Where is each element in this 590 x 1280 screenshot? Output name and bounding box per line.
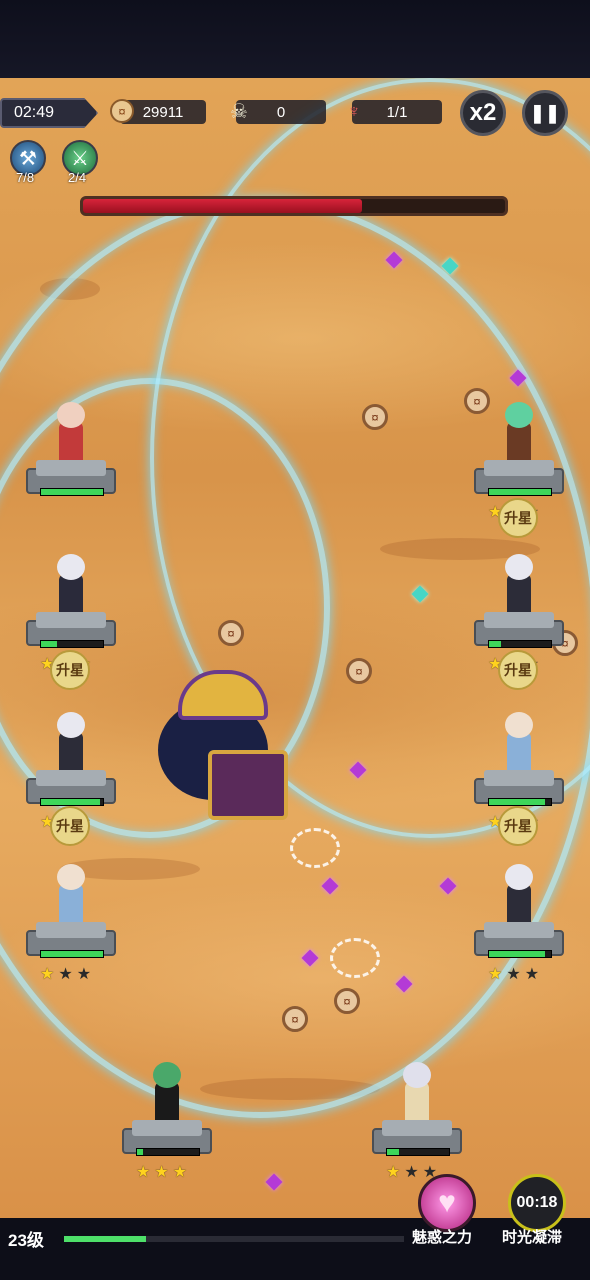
whirlwind-effect xyxy=(290,828,340,868)
hero-hp-bar xyxy=(40,950,104,958)
boss-hat xyxy=(178,670,268,720)
hero-slot[interactable]: ★★★ xyxy=(122,1062,212,1181)
hero-slot[interactable]: ★★★ xyxy=(474,554,564,673)
star-rating: ★★★ xyxy=(488,966,540,983)
hero-hp-bar xyxy=(40,798,104,806)
hero-slot[interactable]: ★★★ xyxy=(26,712,116,831)
pause-button[interactable]: ❚❚ xyxy=(522,90,568,136)
boss-health-fill xyxy=(83,199,362,213)
skill-count: 2/4 xyxy=(68,170,87,185)
hero-hp-bar xyxy=(488,488,552,496)
charm-ability-label: 魅惑之力 xyxy=(412,1229,473,1246)
hero-hp-bar xyxy=(40,640,104,648)
top-status-area xyxy=(0,0,590,78)
demon-icon: ♆ xyxy=(347,100,361,121)
upgrade-star-button[interactable]: 升星 xyxy=(498,806,538,846)
coin-drop[interactable]: ¤ xyxy=(218,620,244,646)
hero-slot[interactable]: ★★★ xyxy=(474,402,564,521)
skull-icon: ☠ xyxy=(230,100,248,123)
hero-slot[interactable]: ★★★ xyxy=(474,864,564,983)
hero-hp-bar xyxy=(488,798,552,806)
time-freeze-button[interactable]: 00:18 xyxy=(508,1174,566,1232)
hero-hp-bar xyxy=(488,640,552,648)
upgrade-star-button[interactable]: 升星 xyxy=(50,806,90,846)
freeze-ability-label: 时光凝滞 xyxy=(502,1229,563,1246)
hero-slot[interactable]: ★★★ xyxy=(26,864,116,983)
hero-slot[interactable] xyxy=(26,402,116,498)
xp-fill xyxy=(64,1236,146,1242)
skill-count: 7/8 xyxy=(16,170,35,185)
coin-drop[interactable]: ¤ xyxy=(282,1006,308,1032)
coin-drop[interactable]: ¤ xyxy=(362,404,388,430)
star-rating: ★★★ xyxy=(136,1164,188,1181)
hero-hp-bar xyxy=(488,950,552,958)
gem xyxy=(265,1173,283,1191)
xp-bar xyxy=(64,1236,404,1242)
coin-icon: ¤ xyxy=(110,99,134,123)
hero-slot[interactable]: ★★★ xyxy=(372,1062,462,1181)
upgrade-star-button[interactable]: 升星 xyxy=(50,650,90,690)
speed-button[interactable]: x2 xyxy=(460,90,506,136)
coin-drop[interactable]: ¤ xyxy=(464,388,490,414)
hero-slot[interactable]: ★★★ xyxy=(26,554,116,673)
coin-drop[interactable]: ¤ xyxy=(346,658,372,684)
coin-drop[interactable]: ¤ xyxy=(334,988,360,1014)
boss-chest xyxy=(208,750,288,820)
hero-slot[interactable]: ★★★ xyxy=(474,712,564,831)
player-level: 23级 xyxy=(8,1231,44,1250)
upgrade-star-button[interactable]: 升星 xyxy=(498,498,538,538)
star-rating: ★★★ xyxy=(40,966,92,983)
whirlwind-effect xyxy=(330,938,380,978)
heart-icon[interactable]: ♥ xyxy=(418,1174,476,1232)
boss-monster[interactable] xyxy=(158,670,298,830)
upgrade-star-button[interactable]: 升星 xyxy=(498,650,538,690)
hero-hp-bar xyxy=(386,1148,450,1156)
boss-health-bar xyxy=(80,196,508,216)
game-timer: 02:49 xyxy=(0,98,98,128)
hero-hp-bar xyxy=(136,1148,200,1156)
hero-hp-bar xyxy=(40,488,104,496)
